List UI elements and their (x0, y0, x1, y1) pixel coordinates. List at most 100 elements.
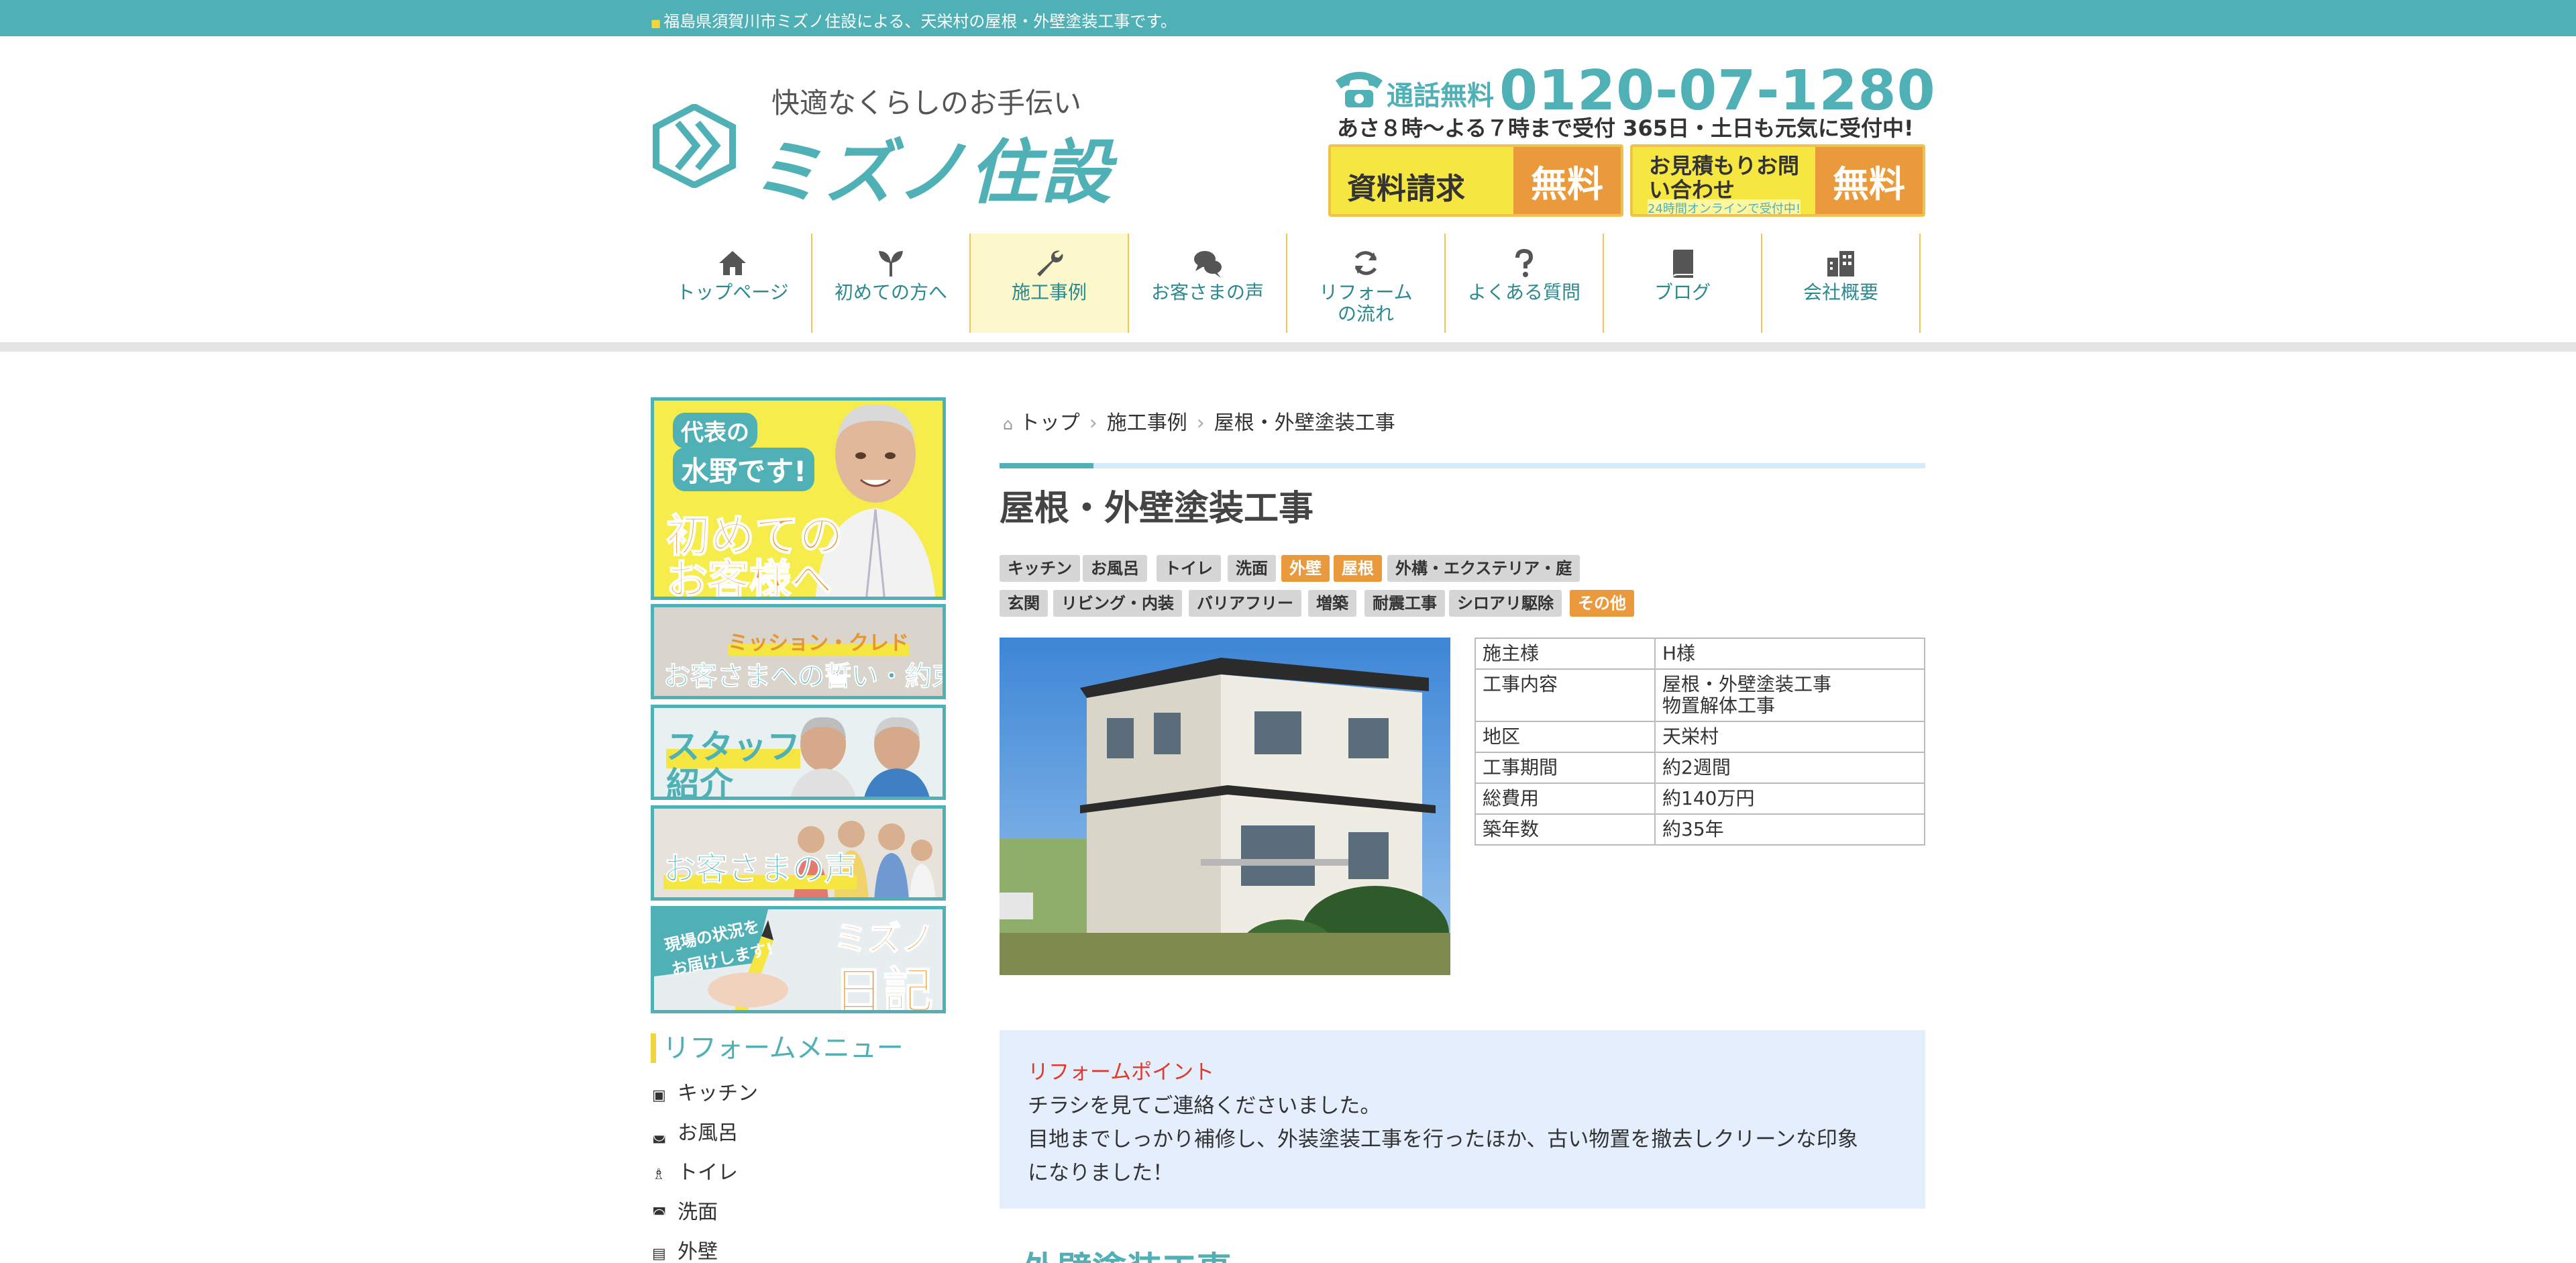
top-bar: ■ 福島県須賀川市ミズノ住設による、天栄村の屋根・外壁塗装工事です。 (0, 0, 2576, 36)
kitchen-icon: ▣ (652, 1087, 666, 1104)
refresh-icon (1354, 251, 1377, 275)
spec-key: 施主様 (1474, 638, 1656, 670)
free-badge: 無料 (1513, 147, 1621, 214)
site-logo[interactable]: 快適なくらしのお手伝い ミズノ住設 (651, 81, 1134, 213)
tag-other[interactable]: その他 (1570, 590, 1634, 617)
nav-item-top[interactable]: トップページ (654, 234, 812, 333)
menu-item-bath[interactable]: ◛ お風呂 (652, 1116, 738, 1146)
section-title: »外壁塗装工事 (1000, 1242, 1232, 1263)
tag-exterior-garden[interactable]: 外構・エクステリア・庭 (1387, 555, 1580, 582)
banner-text: 日記 (833, 962, 934, 1013)
tag-termite[interactable]: シロアリ駆除 (1449, 590, 1562, 617)
toilet-icon: ♗ (652, 1166, 665, 1183)
question-icon (1515, 248, 1534, 277)
logo-mark-icon (653, 104, 736, 188)
nav-item-voices[interactable]: お客さまの声 (1129, 234, 1287, 333)
reform-point-box: リフォームポイント チラシを見てご連絡くださいました。 目地までしっかり補修し、… (1000, 1030, 1925, 1209)
nav-item-first-time[interactable]: 初めての方へ (812, 234, 971, 333)
banner-staff[interactable]: スタッフ 紹介 (651, 705, 946, 800)
nav-item-company[interactable]: 会社概要 (1762, 234, 1921, 333)
wrench-icon (1037, 250, 1063, 276)
tag-living-interior[interactable]: リビング・内装 (1053, 590, 1182, 617)
house-photo (1000, 638, 1450, 975)
reform-point-label: リフォームポイント (1028, 1060, 1215, 1084)
tag-roof[interactable]: 屋根 (1334, 555, 1382, 582)
request-brochure-label: 資料請求 (1347, 172, 1465, 206)
nav-label: 会社概要 (1803, 281, 1878, 303)
tag-kitchen[interactable]: キッチン (1000, 555, 1080, 582)
chevron-right-icon: › (1196, 411, 1205, 435)
toll-free-label: 通話無料 (1387, 81, 1494, 111)
table-row: 築年数 約35年 (1474, 813, 1925, 846)
staff-photo (790, 717, 930, 797)
breadcrumb: ⌂ トップ › 施工事例 › 屋根・外壁塗装工事 (1003, 406, 1395, 436)
nav-label: リフォームの流れ (1319, 281, 1413, 325)
menu-item-kitchen[interactable]: ▣ キッチン (652, 1076, 758, 1106)
site-tagline: ■ 福島県須賀川市ミズノ住設による、天栄村の屋根・外壁塗装工事です。 (651, 12, 1177, 31)
page-title: 屋根・外壁塗装工事 (1000, 489, 1314, 529)
table-row: 工事内容 屋根・外壁塗装工事 物置解体工事 (1474, 668, 1925, 722)
request-brochure-button[interactable]: 資料請求 無料 (1328, 144, 1623, 217)
nav-item-faq[interactable]: よくある質問 (1446, 234, 1604, 333)
menu-item-washroom[interactable]: ◚ 洗面 (652, 1195, 718, 1225)
tag-washroom[interactable]: 洗面 (1228, 555, 1276, 582)
banner-text: 水野です! (673, 448, 815, 491)
menu-item-label: 洗面 (678, 1201, 718, 1224)
header-divider (0, 342, 2576, 352)
case-photo[interactable] (1000, 638, 1450, 975)
spec-value-line: 屋根・外壁塗装工事 (1662, 673, 1832, 695)
tag-earthquake[interactable]: 耐震工事 (1364, 590, 1445, 617)
breadcrumb-link-cases[interactable]: 施工事例 (1107, 411, 1187, 435)
banner-text: お客さまへの誓い・約束 (663, 661, 946, 693)
tag-barrier-free[interactable]: バリアフリー (1189, 590, 1301, 617)
breadcrumb-underline (1000, 463, 1925, 468)
menu-item-label: 外壁 (678, 1240, 718, 1263)
nav-item-blog[interactable]: ブログ (1604, 234, 1762, 333)
reform-point-text: 目地までしっかり補修し、外装塗装工事を行ったほか、古い物置を撤去しクリーンな印象 (1028, 1127, 1858, 1152)
tag-bath[interactable]: お風呂 (1083, 555, 1147, 582)
banner-mission-credo[interactable]: ミッション・クレド お客さまへの誓い・約束 (651, 604, 946, 699)
spec-value-line: 物置解体工事 (1662, 695, 1776, 717)
logo-name: ミズノ住設 (751, 132, 1114, 213)
case-spec-table: 施主様 H様 工事内容 屋根・外壁塗装工事 物置解体工事 地区 天栄村 工事期間 約2週間… (1474, 638, 1925, 846)
reform-menu-title: リフォームメニュー (651, 1033, 904, 1063)
tag-entrance[interactable]: 玄関 (1000, 590, 1048, 617)
banner-mizuno-diary[interactable]: 現場の状況を お届けします! ミズノ 日記 (651, 906, 946, 1013)
building-icon (1827, 251, 1854, 276)
banner-first-customers[interactable]: 代表の 水野です! 初めての お客様へ (651, 397, 946, 600)
menu-item-exterior-wall[interactable]: ▤ 外壁 (652, 1235, 718, 1263)
tag-exterior-wall[interactable]: 外壁 (1281, 555, 1330, 582)
nav-label: よくある質問 (1467, 281, 1580, 303)
main-nav: トップページ 初めての方へ 施工事例 お客さまの声 リフォームの流れ よくある質… (654, 234, 1921, 334)
spec-key: 地区 (1474, 721, 1656, 753)
phone-contact[interactable]: 通話無料 0120-07-1280 あさ８時〜よる７時まで受付 365日・土日も… (1332, 59, 1935, 141)
spec-key: 総費用 (1474, 782, 1656, 815)
tag-extension[interactable]: 増築 (1308, 590, 1356, 617)
wall-icon: ▤ (652, 1246, 666, 1262)
banner-customer-voices[interactable]: お客さまの声 (651, 805, 946, 901)
table-row: 総費用 約140万円 (1474, 782, 1925, 815)
banner-text: お客様へ (665, 554, 833, 600)
speech-bubbles-icon (1194, 251, 1222, 278)
breadcrumb-link-top[interactable]: トップ (1020, 411, 1080, 435)
nav-item-flow[interactable]: リフォームの流れ (1287, 234, 1446, 333)
nav-label: お客さまの声 (1150, 281, 1264, 303)
menu-item-toilet[interactable]: ♗ トイレ (652, 1156, 738, 1185)
reform-point-text: チラシを見てご連絡くださいました。 (1028, 1094, 1381, 1118)
banner-text: ミッション・クレド (728, 626, 909, 656)
tag-toilet[interactable]: トイレ (1157, 555, 1221, 582)
banner-text: お客さまの声 (663, 842, 857, 889)
table-row: 工事期間 約2週間 (1474, 752, 1925, 784)
nav-item-cases[interactable]: 施工事例 (971, 234, 1129, 333)
banner-text: 紹介 (666, 765, 733, 800)
section-title-text: 外壁塗装工事 (1022, 1250, 1232, 1263)
menu-item-label: キッチン (678, 1082, 758, 1105)
notebook-icon (1673, 250, 1693, 278)
nav-label: トップページ (676, 281, 789, 303)
estimate-inquiry-button[interactable]: お見積もりお問い合わせ 24時間オンラインで受付中! 無料 (1630, 144, 1925, 217)
menu-item-label: トイレ (678, 1161, 738, 1184)
spec-value: 屋根・外壁塗装工事 物置解体工事 (1654, 668, 1925, 722)
free-badge: 無料 (1815, 147, 1923, 214)
bath-icon: ◛ (652, 1127, 667, 1144)
nav-label: ブログ (1654, 281, 1711, 303)
